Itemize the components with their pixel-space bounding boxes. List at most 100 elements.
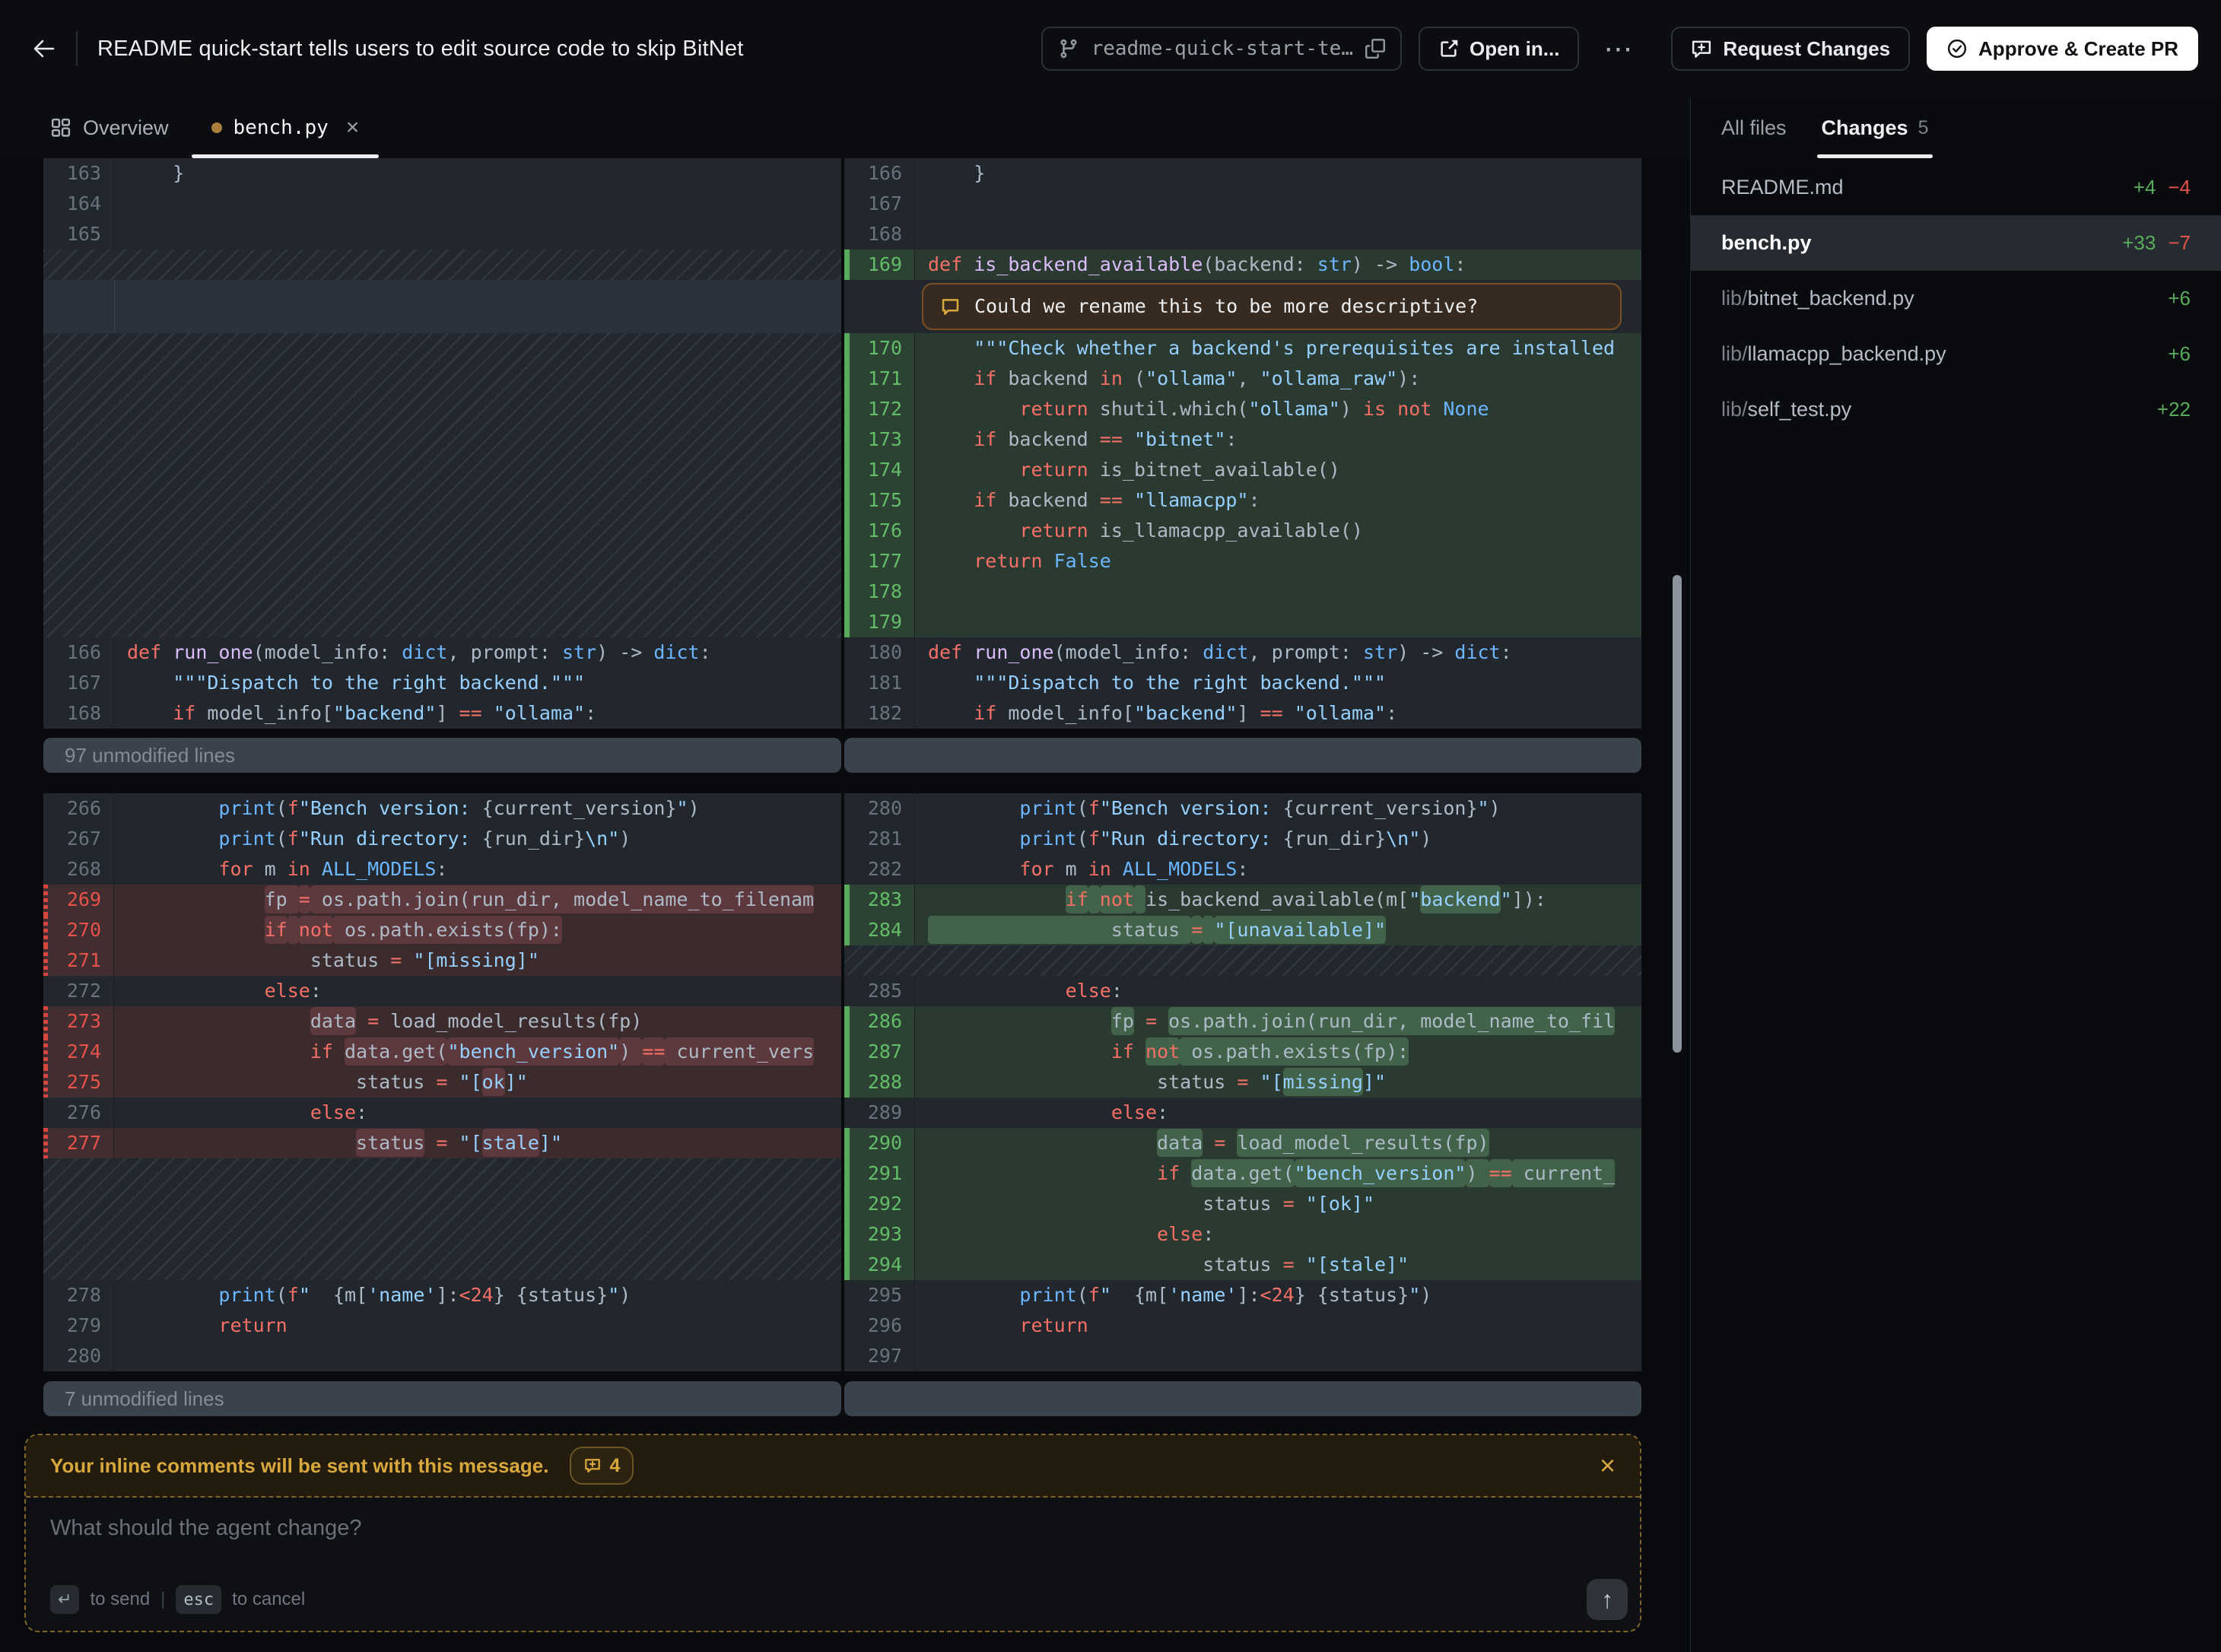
diff-line-old-163[interactable]: 163 } — [43, 158, 841, 189]
line-number: 281 — [844, 824, 915, 854]
diff-line-old-267[interactable]: 267 print(f"Run directory: {run_dir}\n") — [43, 824, 841, 854]
approve-create-pr-button[interactable]: Approve & Create PR — [1927, 27, 2198, 71]
diff-line-old-168[interactable]: 168 if model_info["backend"] == "ollama"… — [43, 698, 841, 729]
tab-overview-label: Overview — [83, 116, 169, 140]
diff-line-old-277[interactable]: 277 status = "[stale]" — [43, 1128, 841, 1158]
request-changes-button[interactable]: Request Changes — [1671, 27, 1910, 71]
diff-line-new-292[interactable]: 292 status = "[ok]" — [844, 1189, 1641, 1219]
code-text — [915, 607, 1641, 637]
diff-line-old-269[interactable]: 269 fp = os.path.join(run_dir, model_nam… — [43, 885, 841, 915]
diff-line-new-282[interactable]: 282 for m in ALL_MODELS: — [844, 854, 1641, 885]
diff-line-old-271[interactable]: 271 status = "[missing]" — [43, 945, 841, 976]
open-in-label: Open in... — [1470, 37, 1559, 61]
diff-line-new-295[interactable]: 295 print(f" {m['name']:<24} {status}") — [844, 1280, 1641, 1310]
line-number: 280 — [43, 1341, 114, 1371]
diff-line-old-166[interactable]: 166def run_one(model_info: dict, prompt:… — [43, 637, 841, 668]
diff-line-old-167[interactable]: 167 """Dispatch to the right backend.""" — [43, 668, 841, 698]
diff-line-new-284[interactable]: 284 status = "[unavailable]" — [844, 915, 1641, 945]
diff-line-new-180[interactable]: 180def run_one(model_info: dict, prompt:… — [844, 637, 1641, 668]
diff-line-old-274[interactable]: 274 if data.get("bench_version") == curr… — [43, 1037, 841, 1067]
diff-line-new-179[interactable]: 179 — [844, 607, 1641, 637]
diff-line-old-270[interactable]: 270 if not os.path.exists(fp): — [43, 915, 841, 945]
diff-stats: +22 — [2157, 398, 2191, 421]
tab-changes[interactable]: Changes 5 — [1822, 97, 1929, 158]
diff-line-old-279[interactable]: 279 return — [43, 1310, 841, 1341]
diff-line-new-173[interactable]: 173 if backend == "bitnet": — [844, 424, 1641, 455]
diff-line-new-288[interactable]: 288 status = "[missing]" — [844, 1067, 1641, 1098]
code-text: else: — [114, 976, 841, 1006]
message-composer-panel: Your inline comments will be sent with t… — [24, 1434, 1641, 1632]
diff-line-new-287[interactable]: 287 if not os.path.exists(fp): — [844, 1037, 1641, 1067]
line-number: 166 — [844, 158, 915, 189]
unmodified-lines-bar[interactable]: 7 unmodified lines — [43, 1381, 841, 1416]
diff-line-new-283[interactable]: 283 if not is_backend_available(m["backe… — [844, 885, 1641, 915]
file-list-item[interactable]: bench.py+33−7 — [1691, 215, 2221, 271]
additions-count: +4 — [2134, 176, 2156, 199]
diff-line-new-286[interactable]: 286 fp = os.path.join(run_dir, model_nam… — [844, 1006, 1641, 1037]
back-button[interactable] — [23, 27, 65, 70]
diff-line-new-289[interactable]: 289 else: — [844, 1098, 1641, 1128]
diff-line-new-168[interactable]: 168 — [844, 219, 1641, 249]
diff-line-old-268[interactable]: 268 for m in ALL_MODELS: — [43, 854, 841, 885]
diff-line-new-170[interactable]: 170 """Check whether a backend's prerequ… — [844, 333, 1641, 364]
file-list-item[interactable]: lib/self_test.py+22 — [1691, 382, 2221, 437]
diff-line-new-176[interactable]: 176 return is_llamacpp_available() — [844, 516, 1641, 546]
diff-line-new-293[interactable]: 293 else: — [844, 1219, 1641, 1250]
composer-body[interactable]: What should the agent change? ↵ to send … — [26, 1498, 1640, 1631]
empty-region-hatch — [844, 945, 1641, 976]
diff-line-new-174[interactable]: 174 return is_bitnet_available() — [844, 455, 1641, 485]
diff-line-old-164[interactable]: 164 — [43, 189, 841, 219]
diff-line-new-290[interactable]: 290 data = load_model_results(fp) — [844, 1128, 1641, 1158]
diff-line-old-276[interactable]: 276 else: — [43, 1098, 841, 1128]
tab-bench-py[interactable]: bench.py × — [190, 97, 381, 158]
unmodified-lines-bar[interactable] — [844, 1381, 1641, 1416]
code-text: status = "[missing]" — [915, 1067, 1641, 1098]
diff-line-new-177[interactable]: 177 return False — [844, 546, 1641, 577]
page-title: README quick-start tells users to edit s… — [97, 37, 743, 62]
code-text: print(f"Bench version: {current_version}… — [114, 793, 841, 824]
inline-comment-box[interactable]: Could we rename this to be more descript… — [922, 283, 1622, 330]
diff-line-old-165[interactable]: 165 — [43, 219, 841, 249]
unmodified-lines-bar[interactable] — [844, 738, 1641, 773]
diff-line-new-281[interactable]: 281 print(f"Run directory: {run_dir}\n") — [844, 824, 1641, 854]
diff-line-new-294[interactable]: 294 status = "[stale]" — [844, 1250, 1641, 1280]
diff-line-new-291[interactable]: 291 if data.get("bench_version") == curr… — [844, 1158, 1641, 1189]
diff-line-new-182[interactable]: 182 if model_info["backend"] == "ollama"… — [844, 698, 1641, 729]
file-list-item[interactable]: README.md+4−4 — [1691, 160, 2221, 215]
diff-line-new-181[interactable]: 181 """Dispatch to the right backend.""" — [844, 668, 1641, 698]
diff-line-new-178[interactable]: 178 — [844, 577, 1641, 607]
diff-line-old-272[interactable]: 272 else: — [43, 976, 841, 1006]
diff-line-new-171[interactable]: 171 if backend in ("ollama", "ollama_raw… — [844, 364, 1641, 394]
diff-line-old-280[interactable]: 280 — [43, 1341, 841, 1371]
unmodified-lines-bar[interactable]: 97 unmodified lines — [43, 738, 841, 773]
tab-all-files[interactable]: All files — [1721, 97, 1787, 158]
open-in-button[interactable]: Open in... — [1419, 27, 1579, 71]
diff-line-new-297[interactable]: 297 — [844, 1341, 1641, 1371]
diff-line-old-275[interactable]: 275 status = "[ok]" — [43, 1067, 841, 1098]
deletions-count: −7 — [2168, 231, 2191, 255]
line-number: 289 — [844, 1098, 915, 1128]
comment-count-badge[interactable]: 4 — [570, 1447, 634, 1485]
close-tab-icon[interactable]: × — [346, 115, 360, 141]
file-list-item[interactable]: lib/bitnet_backend.py+6 — [1691, 271, 2221, 326]
copy-icon[interactable] — [1365, 39, 1385, 59]
line-number: 174 — [844, 455, 915, 485]
diff-line-old-266[interactable]: 266 print(f"Bench version: {current_vers… — [43, 793, 841, 824]
diff-scrollbar[interactable] — [1673, 575, 1682, 1053]
diff-line-old-278[interactable]: 278 print(f" {m['name']:<24} {status}") — [43, 1280, 841, 1310]
diff-line-new-175[interactable]: 175 if backend == "llamacpp": — [844, 485, 1641, 516]
file-list-item[interactable]: lib/llamacpp_backend.py+6 — [1691, 326, 2221, 382]
tab-overview[interactable]: Overview — [29, 97, 190, 158]
send-button[interactable]: ↑ — [1587, 1579, 1628, 1620]
diff-line-new-172[interactable]: 172 return shutil.which("ollama") is not… — [844, 394, 1641, 424]
diff-line-new-280[interactable]: 280 print(f"Bench version: {current_vers… — [844, 793, 1641, 824]
more-menu-button[interactable]: ⋯ — [1596, 32, 1641, 66]
diff-line-new-167[interactable]: 167 — [844, 189, 1641, 219]
diff-line-new-296[interactable]: 296 return — [844, 1310, 1641, 1341]
dismiss-banner-icon[interactable]: × — [1600, 1452, 1616, 1479]
diff-line-new-166[interactable]: 166 } — [844, 158, 1641, 189]
diff-line-old-273[interactable]: 273 data = load_model_results(fp) — [43, 1006, 841, 1037]
branch-chip[interactable]: readme-quick-start-te… — [1041, 27, 1402, 71]
diff-line-new-285[interactable]: 285 else: — [844, 976, 1641, 1006]
diff-line-new-169[interactable]: 169def is_backend_available(backend: str… — [844, 249, 1641, 280]
